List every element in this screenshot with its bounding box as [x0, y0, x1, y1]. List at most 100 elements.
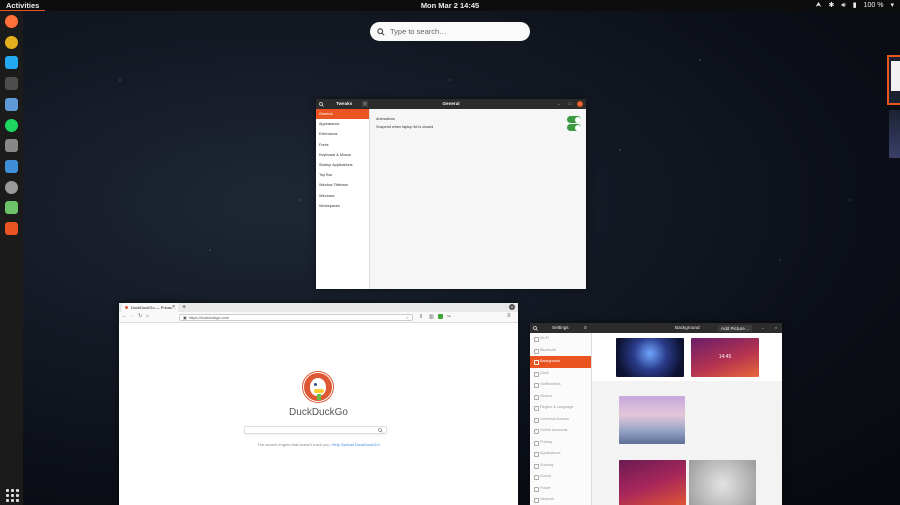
- workspace-thumbnail-active[interactable]: [887, 55, 900, 105]
- duckduckgo-logo: [303, 372, 333, 402]
- forward-icon[interactable]: →: [130, 313, 135, 319]
- settings-sidebar: Wi-Fi Bluetooth Background Dock Notification…: [530, 333, 592, 505]
- extension-icon[interactable]: [438, 314, 443, 319]
- menu-icon[interactable]: ≡: [507, 313, 511, 319]
- settings-sidebar-item[interactable]: Background: [530, 356, 591, 368]
- search-icon[interactable]: [533, 325, 538, 331]
- disk-usage-icon[interactable]: [5, 180, 18, 194]
- settings-sidebar-item[interactable]: Network: [530, 494, 591, 505]
- settings-sidebar-item[interactable]: Notifications: [530, 379, 591, 391]
- url-text: https://duckduckgo.com: [189, 316, 229, 320]
- home-icon[interactable]: ⌂: [146, 313, 149, 319]
- workspace-thumbnail-empty[interactable]: [889, 110, 900, 158]
- tweaks-sidebar-item[interactable]: Extensions: [316, 129, 369, 139]
- wallpaper-thumbnail[interactable]: [619, 460, 686, 505]
- vscode-icon[interactable]: [5, 56, 18, 70]
- settings-sidebar-item[interactable]: Wi-Fi: [530, 333, 591, 345]
- search-input[interactable]: [390, 27, 520, 36]
- text-editor-icon[interactable]: [5, 97, 18, 111]
- maximize-icon[interactable]: □: [567, 101, 573, 107]
- tweaks-page-title: General: [442, 101, 460, 106]
- firefox-icon[interactable]: [5, 15, 18, 28]
- tweaks-sidebar-item[interactable]: Appearance: [316, 119, 369, 129]
- address-bar[interactable]: ▣ https://duckduckgo.com ☆: [179, 314, 413, 321]
- close-icon[interactable]: ×: [172, 303, 175, 312]
- menu-icon[interactable]: ≡: [584, 323, 587, 333]
- settings-sidebar-item[interactable]: Universal Access: [530, 414, 591, 426]
- tab-duckduckgo[interactable]: DuckDuckGo — Privac… ×: [122, 303, 178, 312]
- lock-screen-preview[interactable]: 14:45: [691, 338, 759, 377]
- search-bar[interactable]: [370, 22, 530, 41]
- tweaks-sidebar-item[interactable]: Windows: [316, 191, 369, 201]
- tweaks-sidebar-item[interactable]: Workspaces: [316, 201, 369, 211]
- close-icon[interactable]: ×: [773, 325, 779, 331]
- settings-sidebar-item[interactable]: Search: [530, 391, 591, 403]
- tagline-text: The search engine that doesn't track you…: [257, 442, 331, 447]
- minimize-icon[interactable]: –: [760, 325, 766, 331]
- terminal-icon[interactable]: [5, 77, 18, 91]
- system-tray[interactable]: ⮝ ✱ 🔊︎ ▮ 100 % ▾: [816, 0, 894, 11]
- help-spread-link[interactable]: Help Spread DuckDuckGo!: [332, 442, 380, 447]
- settings-sidebar-item[interactable]: Power: [530, 483, 591, 495]
- duckduckgo-tagline: The search engine that doesn't track you…: [119, 442, 518, 447]
- settings-headerbar: Settings ≡ Background Add Picture… – ×: [530, 323, 782, 333]
- library-icon[interactable]: ‖: [420, 314, 422, 320]
- tweaks-sidebar-item[interactable]: Window Titlebars: [316, 180, 369, 190]
- tweaks-sidebar-item[interactable]: Fonts: [316, 140, 369, 150]
- settings-sidebar-item[interactable]: Applications: [530, 448, 591, 460]
- tweaks-sidebar-item[interactable]: Startup Applications: [316, 160, 369, 170]
- settings-sidebar-item[interactable]: Sharing: [530, 460, 591, 472]
- animations-toggle[interactable]: [567, 116, 581, 123]
- software-center-icon[interactable]: [5, 222, 18, 235]
- tweaks-window[interactable]: Tweaks ≡ General – □ × General Appearance…: [316, 99, 586, 289]
- tab-strip: DuckDuckGo — Privac… × + ×: [119, 303, 518, 312]
- close-window-icon[interactable]: ×: [509, 304, 515, 310]
- settings-sidebar-item[interactable]: Privacy: [530, 437, 591, 449]
- bookmark-star-icon[interactable]: ☆: [405, 315, 409, 321]
- network-icon: ⮝: [815, 2, 822, 9]
- sidebar-icon[interactable]: ▥: [429, 314, 434, 320]
- lock-icon: ▣: [183, 315, 187, 320]
- tweaks-sidebar-item[interactable]: Top Bar: [316, 170, 369, 180]
- settings-sidebar-item[interactable]: Bluetooth: [530, 345, 591, 357]
- animations-label: Animations: [376, 117, 395, 121]
- reload-icon[interactable]: ↻: [138, 313, 142, 319]
- clock[interactable]: Mon Mar 2 14:45: [0, 0, 900, 11]
- settings-sidebar-item[interactable]: Sound: [530, 471, 591, 483]
- tweaks-general-panel: Animations Suspend when laptop lid is cl…: [370, 109, 586, 289]
- settings-sidebar-item[interactable]: Dock: [530, 368, 591, 380]
- back-icon[interactable]: ←: [122, 313, 127, 319]
- volume-icon: 🔊︎: [841, 2, 846, 9]
- libreoffice-writer-icon[interactable]: [5, 159, 18, 173]
- battery-percentage: 100 %: [863, 2, 884, 9]
- tweaks-sidebar: General Appearance Extensions Fonts Keyboard…: [316, 109, 370, 289]
- top-bar: Activities Mon Mar 2 14:45 ⮝ ✱ 🔊︎ ▮ 100 …: [0, 0, 900, 11]
- settings-window[interactable]: Settings ≡ Background Add Picture… – × W…: [530, 323, 782, 505]
- suspend-lid-toggle[interactable]: [567, 124, 581, 131]
- close-icon[interactable]: ×: [577, 101, 583, 107]
- wallpaper-thumbnail[interactable]: [619, 396, 685, 444]
- tweaks-sidebar-item[interactable]: Keyboard & Mouse: [316, 150, 369, 160]
- chrome-icon[interactable]: [5, 35, 18, 49]
- firefox-window[interactable]: DuckDuckGo — Privac… × + × ← → ↻ ⌂ ▣ http…: [119, 303, 518, 505]
- tab-title: DuckDuckGo — Privac…: [131, 305, 176, 310]
- dock: [0, 11, 23, 505]
- wallpaper-thumbnail[interactable]: [689, 460, 756, 505]
- system-monitor-icon[interactable]: [5, 201, 18, 215]
- duckduckgo-search-input[interactable]: [244, 426, 387, 434]
- tweaks-sidebar-item[interactable]: General: [316, 109, 369, 120]
- desktop-preview[interactable]: [616, 338, 684, 377]
- settings-sidebar-item[interactable]: Online Accounts: [530, 425, 591, 437]
- settings-sidebar-item[interactable]: Region & Language: [530, 402, 591, 414]
- search-icon[interactable]: [378, 428, 383, 433]
- new-tab-icon[interactable]: +: [182, 303, 186, 312]
- screenshot-icon[interactable]: ✂: [447, 314, 451, 320]
- duckduckgo-favicon: [125, 306, 128, 309]
- spotify-icon[interactable]: [5, 118, 18, 132]
- telescope-icon[interactable]: [5, 139, 18, 153]
- add-picture-button[interactable]: Add Picture…: [718, 324, 753, 332]
- settings-app-title: Settings: [552, 325, 569, 330]
- minimize-icon[interactable]: –: [556, 101, 562, 107]
- show-applications-button[interactable]: [5, 488, 19, 502]
- suspend-lid-label: Suspend when laptop lid is closed: [376, 125, 434, 129]
